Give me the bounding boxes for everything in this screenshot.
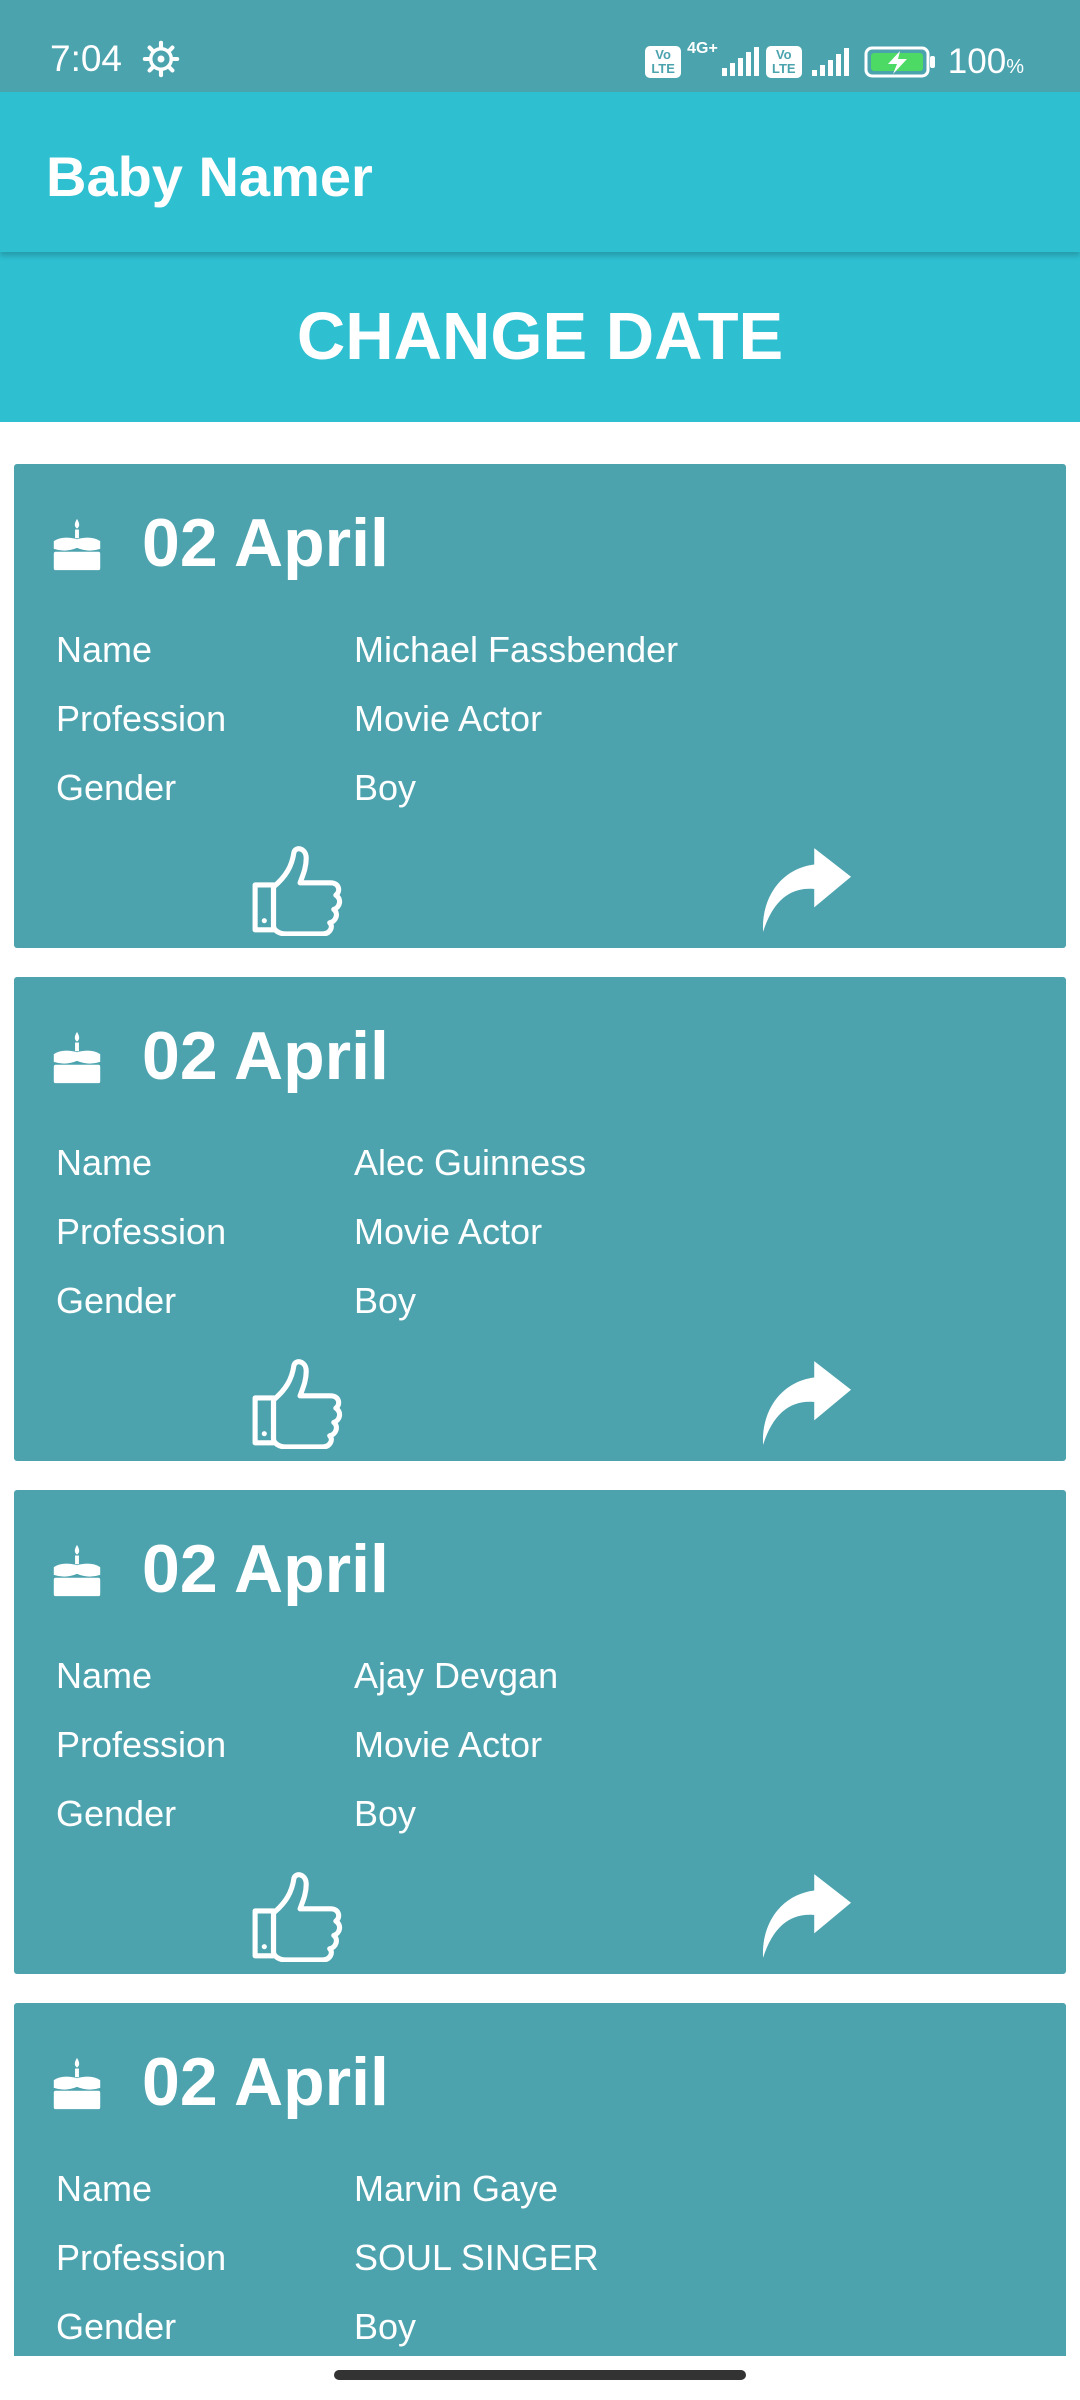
- profession-label: Profession: [56, 698, 227, 739]
- thumbs-up-icon[interactable]: [242, 1870, 350, 1962]
- share-arrow-icon[interactable]: [750, 844, 858, 936]
- signal-icon: [721, 47, 759, 76]
- gender-row: Gender Boy: [56, 767, 416, 809]
- gender-row: Gender Boy: [56, 2306, 416, 2348]
- volte-icon-2: Vo LTE: [765, 46, 802, 78]
- list-item: 02 April Name Michael Fassbender Profess…: [14, 464, 1066, 948]
- battery-percent-unit: %: [1006, 56, 1024, 78]
- profession-value: Movie Actor: [354, 1724, 543, 1765]
- list-item: 02 April Name Alec Guinness Profession M…: [14, 977, 1066, 1461]
- gender-label: Gender: [56, 1280, 177, 1321]
- name-row: Name Marvin Gaye: [56, 2168, 558, 2210]
- gender-value: Boy: [354, 1793, 417, 1834]
- gender-value: Boy: [354, 767, 417, 808]
- profession-value: Movie Actor: [354, 698, 543, 739]
- share-arrow-icon[interactable]: [750, 1870, 858, 1962]
- card-date: 02 April: [142, 1531, 389, 1607]
- profession-label: Profession: [56, 1724, 227, 1765]
- profession-label: Profession: [56, 2237, 227, 2278]
- status-bar: 7:04 Vo LTE 4G+ Vo LTE 100%: [0, 0, 1080, 92]
- gender-value: Boy: [354, 1280, 417, 1321]
- battery-percent: 100%: [948, 42, 1024, 82]
- signal-icon-2: [811, 48, 849, 76]
- card-date: 02 April: [142, 505, 389, 581]
- battery-percent-value: 100: [947, 42, 1007, 81]
- app-bar: Baby Namer: [0, 92, 1080, 252]
- name-value: Marvin Gaye: [354, 2168, 559, 2209]
- gender-row: Gender Boy: [56, 1793, 416, 1835]
- change-date-button[interactable]: CHANGE DATE: [0, 252, 1080, 422]
- cake-icon: [53, 1544, 101, 1597]
- volte-icon: Vo LTE: [645, 46, 682, 78]
- name-label: Name: [56, 2168, 153, 2209]
- gender-label: Gender: [56, 767, 177, 808]
- name-label: Name: [56, 1142, 153, 1183]
- gear-icon: [142, 40, 180, 78]
- name-row: Name Ajay Devgan: [56, 1655, 558, 1697]
- celebrity-list[interactable]: 02 April Name Michael Fassbender Profess…: [14, 464, 1066, 2356]
- cake-icon: [53, 518, 101, 571]
- share-arrow-icon[interactable]: [750, 1357, 858, 1449]
- list-item: 02 April Name Marvin Gaye Profession SOU…: [14, 2003, 1066, 2356]
- status-indicators: Vo LTE 4G+ Vo LTE 100%: [645, 38, 1024, 86]
- cake-icon: [53, 2057, 101, 2110]
- name-value: Alec Guinness: [354, 1142, 587, 1183]
- gender-label: Gender: [56, 1793, 177, 1834]
- card-date: 02 April: [142, 1018, 389, 1094]
- gender-row: Gender Boy: [56, 1280, 416, 1322]
- name-row: Name Alec Guinness: [56, 1142, 586, 1184]
- profession-value: SOUL SINGER: [354, 2237, 599, 2278]
- name-label: Name: [56, 629, 153, 670]
- card-date: 02 April: [142, 2044, 389, 2120]
- profession-row: Profession Movie Actor: [56, 698, 542, 740]
- thumbs-up-icon[interactable]: [242, 1357, 350, 1449]
- app-title: Baby Namer: [46, 145, 373, 208]
- profession-row: Profession Movie Actor: [56, 1211, 542, 1253]
- gender-value: Boy: [354, 2306, 417, 2347]
- profession-value: Movie Actor: [354, 1211, 543, 1252]
- cake-icon: [53, 1031, 101, 1084]
- thumbs-up-icon[interactable]: [242, 844, 350, 936]
- profession-label: Profession: [56, 1211, 227, 1252]
- status-time: 7:04: [50, 38, 123, 79]
- name-value: Ajay Devgan: [354, 1655, 559, 1696]
- gender-label: Gender: [56, 2306, 177, 2347]
- list-item: 02 April Name Ajay Devgan Profession Mov…: [14, 1490, 1066, 1974]
- network-type: 4G+: [687, 40, 718, 57]
- name-row: Name Michael Fassbender: [56, 629, 678, 671]
- profession-row: Profession Movie Actor: [56, 1724, 542, 1766]
- battery-icon: [864, 46, 935, 78]
- profession-row: Profession SOUL SINGER: [56, 2237, 599, 2279]
- name-label: Name: [56, 1655, 153, 1696]
- name-value: Michael Fassbender: [354, 629, 679, 670]
- home-indicator[interactable]: [334, 2370, 746, 2380]
